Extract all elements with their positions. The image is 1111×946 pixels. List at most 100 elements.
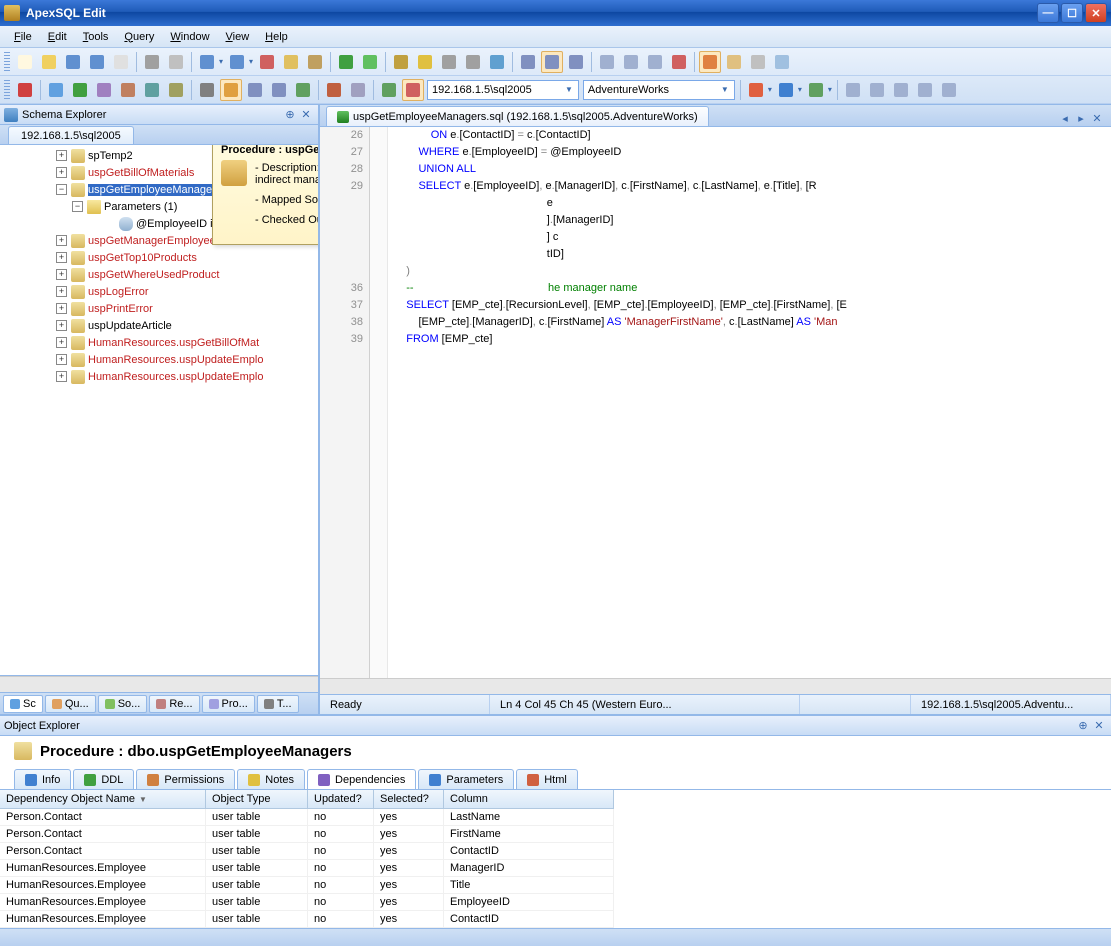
open-icon[interactable] bbox=[38, 51, 60, 73]
copy-icon[interactable] bbox=[110, 51, 132, 73]
tree-node[interactable]: +HumanResources.uspUpdateEmplo bbox=[0, 351, 318, 368]
execute-icon[interactable] bbox=[359, 51, 381, 73]
tab-dependencies[interactable]: Dependencies bbox=[307, 769, 416, 789]
expand-button[interactable]: + bbox=[56, 286, 67, 297]
column-header[interactable]: Updated? bbox=[308, 790, 374, 808]
menu-file[interactable]: File bbox=[6, 29, 40, 45]
editor-hscroll[interactable] bbox=[320, 678, 1111, 694]
expand-button[interactable]: + bbox=[56, 235, 67, 246]
tree-node[interactable]: +HumanResources.uspGetBillOfMat bbox=[0, 334, 318, 351]
grid-row[interactable]: HumanResources.Employeeuser tablenoyesMa… bbox=[0, 860, 614, 877]
copy2-icon[interactable] bbox=[280, 51, 302, 73]
dropdown-arrow[interactable]: ▾ bbox=[217, 51, 225, 73]
expand-button[interactable]: + bbox=[56, 371, 67, 382]
nav-fwd-icon[interactable] bbox=[775, 79, 797, 101]
viewtab-So[interactable]: So... bbox=[98, 695, 148, 713]
tab-parameters[interactable]: Parameters bbox=[418, 769, 514, 789]
split-icon[interactable] bbox=[771, 51, 793, 73]
indent-icon[interactable] bbox=[244, 79, 266, 101]
viewtab-Sc[interactable]: Sc bbox=[3, 695, 43, 713]
gear-icon[interactable] bbox=[196, 79, 218, 101]
stop2-icon[interactable] bbox=[402, 79, 424, 101]
connection-tab[interactable]: 192.168.1.5\sql2005 bbox=[8, 126, 134, 144]
tree-hscroll[interactable] bbox=[0, 676, 318, 692]
menu-query[interactable]: Query bbox=[116, 29, 162, 45]
column-header[interactable]: Column bbox=[444, 790, 614, 808]
panel1-icon[interactable] bbox=[842, 79, 864, 101]
grid-header[interactable]: Dependency Object Name ▼Object TypeUpdat… bbox=[0, 790, 614, 809]
menu-tools[interactable]: Tools bbox=[75, 29, 117, 45]
grid-row[interactable]: HumanResources.Employeeuser tablenoyesTi… bbox=[0, 877, 614, 894]
db5-icon[interactable] bbox=[165, 79, 187, 101]
database-combo[interactable]: AdventureWorks▼ bbox=[583, 80, 735, 100]
list-icon[interactable] bbox=[220, 79, 242, 101]
code-area[interactable]: ON e.[ContactID] = c.[ContactID] WHERE e… bbox=[388, 127, 1111, 678]
expand-button[interactable]: + bbox=[56, 252, 67, 263]
grid-row[interactable]: Person.Contactuser tablenoyesContactID bbox=[0, 843, 614, 860]
viewtab-Qu[interactable]: Qu... bbox=[45, 695, 96, 713]
pane1-icon[interactable] bbox=[517, 51, 539, 73]
undo-icon[interactable] bbox=[196, 51, 218, 73]
text-icon[interactable] bbox=[747, 51, 769, 73]
server-combo[interactable]: 192.168.1.5\sql2005▼ bbox=[427, 80, 579, 100]
bookmark-icon[interactable] bbox=[486, 51, 508, 73]
db1-icon[interactable] bbox=[45, 79, 67, 101]
grid-row[interactable]: Person.Contactuser tablenoyesLastName bbox=[0, 809, 614, 826]
expand-button[interactable]: + bbox=[56, 150, 67, 161]
nav-back-icon[interactable] bbox=[745, 79, 767, 101]
db4-icon[interactable] bbox=[141, 79, 163, 101]
close-panel-button[interactable]: ✕ bbox=[298, 107, 314, 123]
check-icon[interactable] bbox=[69, 79, 91, 101]
expand-button[interactable]: + bbox=[56, 354, 67, 365]
menu-window[interactable]: Window bbox=[162, 29, 217, 45]
pin-button[interactable]: ⊕ bbox=[1075, 718, 1091, 734]
tree-node[interactable]: +uspPrintError bbox=[0, 300, 318, 317]
obj1-icon[interactable] bbox=[323, 79, 345, 101]
close-panel-button[interactable]: ✕ bbox=[1091, 718, 1107, 734]
nav-up-icon[interactable] bbox=[805, 79, 827, 101]
tab-nav-left[interactable]: ◂ bbox=[1057, 110, 1073, 126]
column-header[interactable]: Selected? bbox=[374, 790, 444, 808]
expand-button[interactable]: + bbox=[56, 320, 67, 331]
goto-icon[interactable] bbox=[462, 51, 484, 73]
win1-icon[interactable] bbox=[596, 51, 618, 73]
run-icon[interactable] bbox=[335, 51, 357, 73]
form-icon[interactable] bbox=[723, 51, 745, 73]
winx-icon[interactable] bbox=[668, 51, 690, 73]
tab-close[interactable]: ✕ bbox=[1089, 110, 1105, 126]
tree-node[interactable]: +HumanResources.uspUpdateEmplo bbox=[0, 368, 318, 385]
tab-nav-right[interactable]: ▸ bbox=[1073, 110, 1089, 126]
fold-margin[interactable] bbox=[370, 127, 388, 678]
pane2-icon[interactable] bbox=[541, 51, 563, 73]
refresh-icon[interactable] bbox=[378, 79, 400, 101]
expand-button[interactable]: − bbox=[72, 201, 83, 212]
tab-notes[interactable]: Notes bbox=[237, 769, 305, 789]
viewtab-T[interactable]: T... bbox=[257, 695, 299, 713]
tree-node[interactable]: +uspGetWhereUsedProduct bbox=[0, 266, 318, 283]
win3-icon[interactable] bbox=[644, 51, 666, 73]
win2-icon[interactable] bbox=[620, 51, 642, 73]
obj2-icon[interactable] bbox=[347, 79, 369, 101]
dropdown-arrow[interactable]: ▾ bbox=[826, 79, 834, 101]
close-button[interactable]: ✕ bbox=[1085, 3, 1107, 23]
panel3-icon[interactable] bbox=[890, 79, 912, 101]
save-icon[interactable] bbox=[62, 51, 84, 73]
grid-icon[interactable] bbox=[699, 51, 721, 73]
grid-row[interactable]: Person.Contactuser tablenoyesFirstName bbox=[0, 826, 614, 843]
tab-html[interactable]: Html bbox=[516, 769, 578, 789]
maximize-button[interactable]: ☐ bbox=[1061, 3, 1083, 23]
dropdown-arrow[interactable]: ▾ bbox=[766, 79, 774, 101]
outdent-icon[interactable] bbox=[268, 79, 290, 101]
redo-icon[interactable] bbox=[226, 51, 248, 73]
viewtab-Pro[interactable]: Pro... bbox=[202, 695, 255, 713]
expand-button[interactable]: + bbox=[56, 337, 67, 348]
pane3-icon[interactable] bbox=[565, 51, 587, 73]
tree-node[interactable]: +uspUpdateArticle bbox=[0, 317, 318, 334]
tree-node[interactable]: +uspLogError bbox=[0, 283, 318, 300]
print-icon[interactable] bbox=[141, 51, 163, 73]
pin-button[interactable]: ⊕ bbox=[282, 107, 298, 123]
db3-icon[interactable] bbox=[117, 79, 139, 101]
viewtab-Re[interactable]: Re... bbox=[149, 695, 199, 713]
column-header[interactable]: Dependency Object Name ▼ bbox=[0, 790, 206, 808]
stop-icon[interactable] bbox=[14, 79, 36, 101]
